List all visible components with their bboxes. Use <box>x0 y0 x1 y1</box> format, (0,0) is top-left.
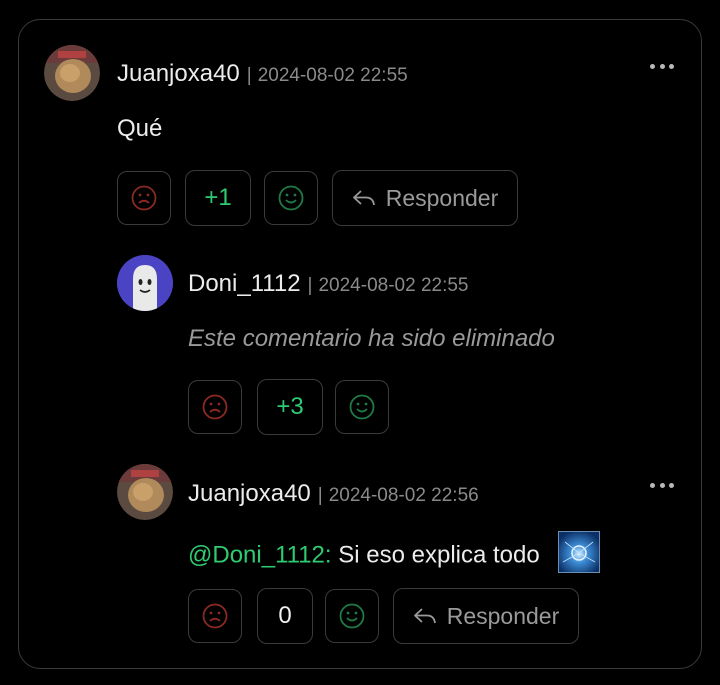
score-badge: 0 <box>257 588 313 644</box>
reply-button[interactable]: Responder <box>393 588 579 644</box>
user-avatar[interactable] <box>44 45 100 101</box>
timestamp: 2024-08-02 22:56 <box>328 485 479 506</box>
username[interactable]: Juanjoxa40 <box>188 480 311 508</box>
timestamp: 2024-08-02 22:55 <box>257 65 408 86</box>
user-avatar[interactable] <box>117 464 173 520</box>
downvote-button[interactable] <box>117 171 171 225</box>
comment-text: Qué <box>117 115 163 142</box>
score-badge: +3 <box>257 379 323 435</box>
deleted-comment-text: Este comentario ha sido eliminado <box>188 325 555 352</box>
ghost-avatar-icon <box>117 255 173 311</box>
comment-text: @Doni_1112: Si eso explica todo <box>188 531 601 577</box>
more-dots-icon <box>650 482 655 488</box>
sticker-image <box>558 531 601 573</box>
more-dots-icon <box>650 63 655 69</box>
separator: | <box>246 65 252 86</box>
comment-text-content: Si eso explica todo <box>338 541 540 569</box>
timestamp: 2024-08-02 22:55 <box>318 275 469 296</box>
reply-button[interactable]: Responder <box>332 170 518 226</box>
downvote-button[interactable] <box>188 589 242 643</box>
reply-arrow-icon <box>413 608 436 624</box>
username[interactable]: Doni_1112 <box>188 270 301 298</box>
user-mention-link[interactable]: @Doni_1112: <box>188 541 332 568</box>
separator: | <box>317 485 323 506</box>
avatar-image <box>117 464 173 520</box>
smile-face-icon <box>339 603 365 629</box>
separator: | <box>307 275 313 296</box>
avatar-image <box>44 45 100 101</box>
more-options-button[interactable] <box>650 481 674 489</box>
reply-arrow-icon <box>352 190 375 206</box>
upvote-button[interactable] <box>264 171 318 225</box>
username[interactable]: Juanjoxa40 <box>117 60 240 88</box>
score-badge: +1 <box>185 170 251 226</box>
upvote-button[interactable] <box>325 589 379 643</box>
sad-face-icon <box>202 603 228 629</box>
sad-face-icon <box>131 185 157 211</box>
downvote-button[interactable] <box>188 380 242 434</box>
more-options-button[interactable] <box>650 62 674 70</box>
smile-face-icon <box>349 394 375 420</box>
upvote-button[interactable] <box>335 380 389 434</box>
user-avatar[interactable] <box>117 255 173 311</box>
smile-face-icon <box>278 185 304 211</box>
sad-face-icon <box>202 394 228 420</box>
